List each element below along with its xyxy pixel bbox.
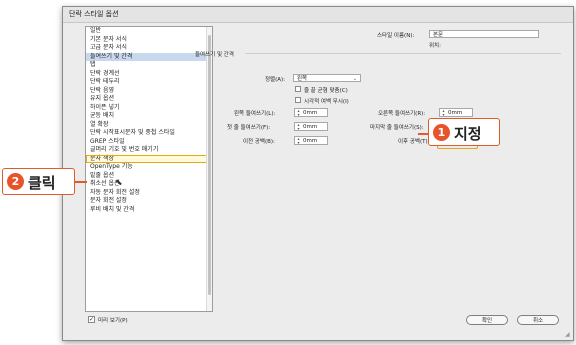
settings-panel: 스타일 이름(N): 본문 위치: 들여쓰기 및 간격 정렬(A): 왼쪽 ⌄ …: [193, 24, 563, 314]
space-after-label: 이후 공백(T):: [398, 139, 430, 145]
cancel-button[interactable]: 취소: [517, 315, 559, 325]
alignment-value: 왼쪽: [297, 76, 308, 82]
preview-label: 미리 보기(P): [98, 318, 128, 324]
ignore-optical-margin-checkbox[interactable]: [295, 97, 301, 103]
preview-checkbox[interactable]: ✓: [88, 316, 95, 323]
stepper-arrows-icon[interactable]: ▴▾: [441, 109, 446, 117]
space-before-stepper[interactable]: ▴ ▾ 0mm: [294, 136, 328, 145]
step-1-text: 지정: [454, 125, 482, 143]
balance-lines-label: 줄 끝 균형 맞춤(C): [304, 88, 348, 94]
paragraph-style-options-dialog: 단락 스타일 옵션 일반 기본 문자 서식 고급 문자 서식 들여쓰기 및 간격 탭 단락…: [62, 6, 574, 341]
right-indent-stepper[interactable]: ▴ ▾ 0mm: [439, 108, 473, 117]
dialog-title: 단락 스타일 옵션: [69, 10, 119, 18]
right-indent-value: 0mm: [448, 110, 463, 116]
first-line-indent-label: 첫 줄 들여쓰기(F):: [227, 125, 271, 131]
left-indent-stepper[interactable]: ▴ ▾ 0mm: [294, 108, 328, 117]
section-title: 들여쓰기 및 간격: [195, 52, 234, 58]
callout-2-connector: [75, 181, 87, 183]
stepper-arrows-icon[interactable]: ▴▾: [296, 109, 301, 117]
dialog-titlebar[interactable]: 단락 스타일 옵션: [63, 7, 573, 23]
ignore-optical-margin-label: 시각적 여백 무시(I): [304, 99, 349, 105]
step-2-badge: 2: [7, 173, 24, 190]
section-divider: [245, 53, 561, 54]
ok-button[interactable]: 확인: [466, 315, 508, 325]
callout-step-1: 1 지정: [428, 118, 500, 146]
alignment-label: 정렬(A):: [265, 77, 286, 83]
style-name-input[interactable]: 본문: [429, 30, 539, 38]
callout-step-2: 2 클릭: [2, 168, 75, 195]
space-before-value: 0mm: [303, 138, 318, 144]
step-1-badge: 1: [433, 124, 450, 141]
left-indent-value: 0mm: [303, 110, 318, 116]
location-label: 위치:: [429, 43, 441, 49]
resize-grip-icon[interactable]: ◢: [565, 332, 571, 338]
last-line-indent-label: 마지막 줄 들여쓰기(S):: [370, 125, 424, 131]
step-2-text: 클릭: [28, 174, 56, 192]
balance-lines-checkbox[interactable]: [295, 86, 301, 92]
stepper-arrows-icon[interactable]: ▴▾: [296, 137, 301, 145]
stepper-arrows-icon[interactable]: ▴▾: [296, 123, 301, 131]
space-before-label: 이전 공백(B):: [243, 139, 275, 145]
first-line-indent-value: 0mm: [303, 124, 318, 130]
first-line-indent-stepper[interactable]: ▴ ▾ 0mm: [294, 122, 328, 131]
left-indent-label: 왼쪽 들여쓰기(L):: [234, 111, 276, 117]
alignment-dropdown[interactable]: 왼쪽 ⌄: [293, 74, 361, 82]
right-indent-label: 오른쪽 들여쓰기(R):: [378, 111, 426, 117]
chevron-down-icon: ⌄: [352, 76, 357, 82]
style-name-label: 스타일 이름(N):: [377, 33, 415, 39]
mouse-pointer-icon: ⬉: [115, 178, 123, 188]
